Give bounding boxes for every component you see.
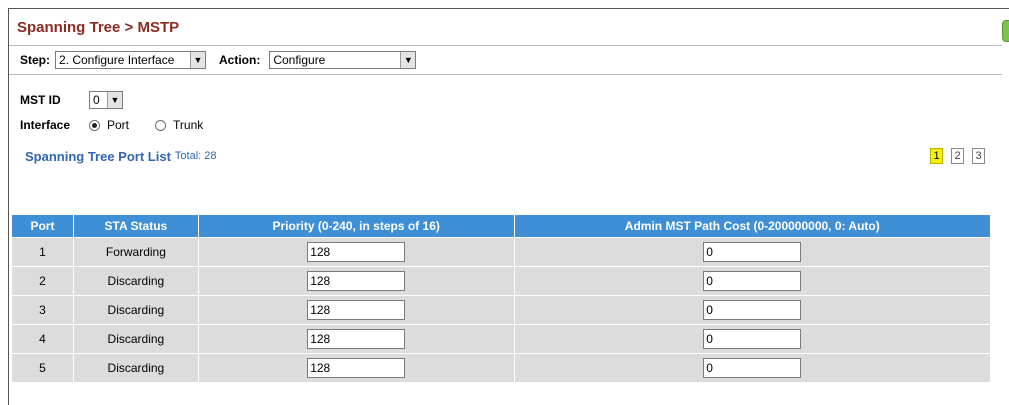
priority-input[interactable]: [307, 242, 406, 262]
list-total: Total: 28: [174, 150, 217, 162]
path-cost-input[interactable]: [703, 271, 802, 291]
priority-cell: [197, 266, 515, 296]
port-radio[interactable]: [89, 119, 100, 131]
port-cell: 4: [11, 324, 74, 354]
table-row: 2 Discarding: [11, 266, 992, 296]
priority-cell: [197, 237, 515, 267]
port-cell: 5: [11, 353, 74, 383]
page-link-3[interactable]: 3: [972, 148, 985, 164]
path-cost-input[interactable]: [703, 300, 802, 320]
port-cell: 2: [11, 266, 74, 296]
priority-input[interactable]: [307, 300, 406, 320]
table-row: 5 Discarding: [11, 353, 992, 383]
column-header-priority: Priority (0-240, in steps of 16): [197, 214, 515, 238]
priority-cell: [197, 324, 515, 354]
step-select-value: 2. Configure Interface: [59, 53, 175, 67]
path-cost-cell: [513, 295, 992, 325]
mst-id-value: 0: [93, 93, 100, 107]
path-cost-input[interactable]: [703, 242, 802, 262]
chevron-down-icon[interactable]: ▼: [190, 52, 205, 68]
priority-cell: [197, 353, 515, 383]
status-cell: Forwarding: [72, 237, 199, 267]
path-cost-cell: [513, 353, 992, 383]
mst-id-label: MST ID: [20, 93, 61, 107]
step-action-bar: Step: 2. Configure Interface ▼ Action: C…: [9, 46, 1002, 75]
port-table: Port STA Status Priority (0-240, in step…: [11, 214, 992, 383]
step-label: Step:: [20, 53, 50, 67]
priority-input[interactable]: [307, 329, 406, 349]
table-row: 3 Discarding: [11, 295, 992, 325]
table-header-row: Port STA Status Priority (0-240, in step…: [11, 214, 992, 238]
status-cell: Discarding: [72, 353, 199, 383]
port-radio-label: Port: [107, 118, 130, 132]
port-cell: 1: [11, 237, 74, 267]
action-select[interactable]: Configure ▼: [269, 51, 417, 69]
pagination: 1 2 3: [930, 148, 985, 164]
table-row: 1 Forwarding: [11, 237, 992, 267]
status-cell: Discarding: [72, 324, 199, 354]
port-list-header: Spanning Tree Port List Total: 28 1 2 3: [9, 147, 1002, 165]
trunk-radio-label: Trunk: [173, 118, 204, 132]
port-cell: 3: [11, 295, 74, 325]
table-row: 4 Discarding: [11, 324, 992, 354]
path-cost-input[interactable]: [703, 358, 802, 378]
step-select[interactable]: 2. Configure Interface ▼: [55, 51, 206, 69]
column-header-port: Port: [11, 214, 74, 238]
interface-label: Interface: [20, 118, 71, 132]
chevron-down-icon[interactable]: ▼: [400, 52, 416, 68]
status-cell: Discarding: [72, 266, 199, 296]
page-link-2[interactable]: 2: [951, 148, 964, 164]
list-title: Spanning Tree Port List: [25, 148, 171, 164]
interface-row: Interface Port Trunk: [9, 116, 1009, 134]
path-cost-cell: [513, 237, 992, 267]
trunk-radio[interactable]: [155, 119, 167, 131]
column-header-status: STA Status: [72, 214, 199, 238]
mst-id-select[interactable]: 0 ▼: [89, 91, 123, 109]
mst-id-row: MST ID 0 ▼: [9, 91, 1009, 109]
status-cell: Discarding: [72, 295, 199, 325]
path-cost-cell: [513, 324, 992, 354]
page-title: Spanning Tree > MSTP: [17, 18, 180, 36]
action-select-value: Configure: [273, 53, 326, 67]
action-label: Action:: [219, 53, 261, 67]
priority-cell: [197, 295, 515, 325]
path-cost-input[interactable]: [703, 329, 802, 349]
page-header: Spanning Tree > MSTP: [9, 9, 1009, 45]
chevron-down-icon[interactable]: ▼: [107, 92, 122, 108]
priority-input[interactable]: [307, 271, 406, 291]
path-cost-cell: [513, 266, 992, 296]
page-link-1[interactable]: 1: [930, 148, 943, 164]
priority-input[interactable]: [307, 358, 406, 378]
column-header-path-cost: Admin MST Path Cost (0-200000000, 0: Aut…: [513, 214, 992, 238]
help-button[interactable]: [1002, 20, 1009, 42]
